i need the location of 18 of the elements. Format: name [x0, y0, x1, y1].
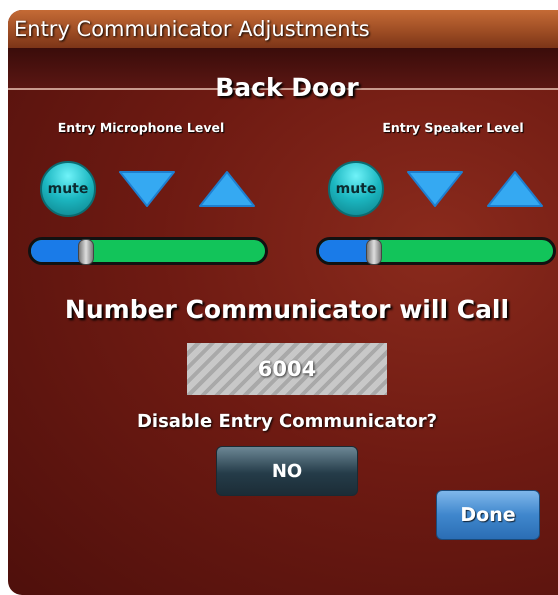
section-heading: Number Communicator will Call	[64, 295, 510, 324]
level-label: Entry Speaker Level	[382, 120, 524, 135]
window-title: Entry Communicator Adjustments	[14, 17, 370, 41]
up-arrow-icon[interactable]	[486, 170, 544, 208]
done-button[interactable]: Done	[436, 490, 540, 540]
mute-button[interactable]: mute	[328, 161, 384, 217]
level-slider[interactable]	[28, 237, 268, 265]
location-title: Back Door	[214, 73, 360, 102]
down-arrow-icon[interactable]	[406, 170, 464, 208]
up-arrow-icon[interactable]	[198, 170, 256, 208]
slider-thumb[interactable]	[366, 239, 382, 265]
down-arrow-icon[interactable]	[118, 170, 176, 208]
disable-toggle-button[interactable]: NO	[216, 446, 358, 496]
mute-button[interactable]: mute	[40, 161, 96, 217]
level-slider[interactable]	[316, 237, 556, 265]
level-label: Entry Microphone Level	[58, 120, 224, 135]
disable-question: Disable Entry Communicator?	[136, 411, 438, 432]
slider-thumb[interactable]	[78, 239, 94, 265]
